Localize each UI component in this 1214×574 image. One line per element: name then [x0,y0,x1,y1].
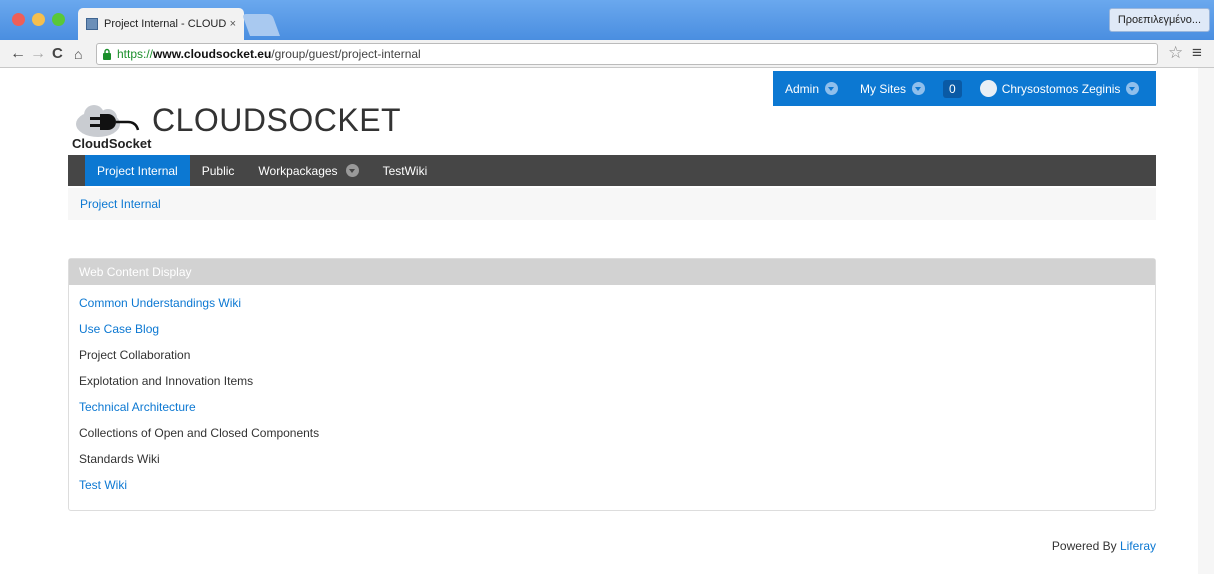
chevron-down-icon [345,164,359,177]
footer-prefix: Powered By [1051,539,1120,553]
maximize-window-button[interactable] [52,13,65,26]
nav-item-project-internal[interactable]: Project Internal [85,155,190,186]
page-scrollbar[interactable] [1198,68,1214,574]
chevron-down-icon [1126,82,1140,95]
item-explotation-innovation: Explotation and Innovation Items [79,374,254,388]
admin-label: Admin [785,81,820,96]
nav-item-workpackages[interactable]: Workpackages [246,155,370,186]
site-name: CLOUDSOCKET [152,102,402,138]
reload-icon[interactable]: C [52,44,63,64]
breadcrumb-item-project-internal[interactable]: Project Internal [80,197,161,211]
url-host: www.cloudsocket.eu [153,47,272,61]
user-menu[interactable]: Chrysostomos Zeginis [1002,82,1140,96]
site-logo[interactable]: CloudSocket CLOUDSOCKET [72,102,402,152]
minimize-window-button[interactable] [32,13,45,26]
item-project-collaboration: Project Collaboration [79,348,191,362]
bookmark-star-icon[interactable]: ☆ [1168,43,1183,63]
close-window-button[interactable] [12,13,25,26]
new-tab-button[interactable] [241,14,281,36]
nav-item-public[interactable]: Public [190,155,247,186]
avatar [979,80,997,97]
portlet-body: Common Understandings Wiki Use Case Blog… [69,285,1155,509]
breadcrumb: Project Internal [68,188,1156,220]
dockbar: Admin My Sites 0 Chrysostomos Zeginis [773,71,1156,106]
url-scheme: https:// [117,47,154,61]
profile-button[interactable]: Προεπιλεγμένο... [1108,8,1210,32]
nav-item-workpackages-label: Workpackages [258,163,338,178]
chevron-down-icon [912,82,926,95]
my-sites-menu[interactable]: My Sites [860,81,926,96]
browser-titlebar: Project Internal - CLOUDSC × Προεπιλεγμέ… [0,0,1214,40]
user-name: Chrysostomos Zeginis [1001,81,1121,96]
my-sites-label: My Sites [860,81,907,96]
footer: Powered By Liferay [1052,539,1156,553]
portlet-title: Web Content Display [69,259,1155,285]
address-bar[interactable]: https://www.cloudsocket.eu/group/guest/p… [96,43,1158,65]
notification-badge[interactable]: 0 [943,79,962,98]
browser-tab[interactable]: Project Internal - CLOUDSC × [78,8,244,40]
menu-icon[interactable]: ≡ [1192,43,1202,63]
liferay-link[interactable]: Liferay [1120,539,1156,553]
logo-subtext: CloudSocket [72,136,152,151]
favicon-icon [86,18,98,30]
tab-close-icon[interactable]: × [230,18,236,30]
admin-menu[interactable]: Admin [785,81,839,96]
site-navigation: Project Internal Public Workpackages Tes… [68,155,1156,186]
link-common-understandings-wiki[interactable]: Common Understandings Wiki [79,293,1145,319]
browser-toolbar: ← → C ⌂ https://www.cloudsocket.eu/group… [0,40,1214,68]
url-path: /group/guest/project-internal [271,47,421,61]
back-arrow-icon[interactable]: ← [10,44,26,64]
nav-item-testwiki[interactable]: TestWiki [371,155,440,186]
item-open-closed-components: Collections of Open and Closed Component… [79,426,320,440]
forward-arrow-icon[interactable]: → [30,44,46,64]
lock-icon [103,48,111,60]
home-icon[interactable]: ⌂ [74,44,82,64]
tab-title: Project Internal - CLOUDSC [104,18,226,30]
chevron-down-icon [825,82,839,95]
link-test-wiki[interactable]: Test Wiki [79,475,1145,501]
web-content-display-portlet: Web Content Display Common Understanding… [68,258,1156,511]
link-use-case-blog[interactable]: Use Case Blog [79,319,1145,345]
item-standards-wiki: Standards Wiki [79,452,160,466]
link-technical-architecture[interactable]: Technical Architecture [79,397,1145,423]
